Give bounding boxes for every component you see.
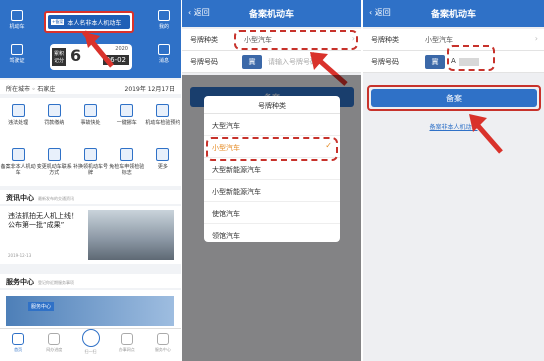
- tab-progress[interactable]: 网办进度: [36, 329, 72, 361]
- highlight-box: [447, 45, 495, 71]
- register-tag: +备案: [51, 19, 65, 25]
- register-link[interactable]: 备案非本人机动车: [363, 122, 544, 131]
- plate-icon: [83, 148, 97, 161]
- tab-service[interactable]: 服务中心: [145, 329, 181, 361]
- service-icon: [156, 333, 169, 345]
- license-icon: [11, 44, 23, 55]
- page-title: 备案机动车: [430, 10, 476, 20]
- register-icon: [11, 148, 25, 161]
- grid-item[interactable]: 备案非本人机动车: [0, 142, 36, 186]
- submit-button[interactable]: 备案: [371, 89, 537, 107]
- page-title: 备案机动车: [248, 10, 294, 20]
- service-grid: 违法处理 罚款缴纳 事故快处 一键挪车 机动车检验预约 备案非本人机动车 变更机…: [0, 98, 181, 186]
- license-shortcut[interactable]: 驾驶证: [4, 44, 30, 64]
- grid-item[interactable]: 补换领机动车号牌: [72, 142, 108, 186]
- tab-scan[interactable]: 扫一扫: [72, 329, 108, 361]
- grid-item[interactable]: 违法处理: [0, 98, 36, 142]
- service-badge: 服务中心: [28, 302, 55, 311]
- tab-home[interactable]: 首页: [0, 329, 36, 361]
- news-headline: 违法抓拍无人机上线！公布第一批“成果”: [8, 212, 78, 229]
- grid-item[interactable]: 变更机动车联系方式: [36, 142, 72, 186]
- plate-province-select[interactable]: 冀: [242, 55, 262, 69]
- service-section-title: 服务中心 登记你近期服务事项: [0, 274, 181, 288]
- chevron-right-icon: ›: [534, 34, 538, 43]
- mail-icon: [158, 44, 170, 55]
- grid-item[interactable]: 事故快处: [72, 98, 108, 142]
- news-image: [88, 210, 174, 260]
- news-date: 2019-12-13: [8, 253, 32, 258]
- picker-option[interactable]: 小型新能源汽车: [204, 180, 340, 202]
- picker-option[interactable]: 使馆汽车: [204, 202, 340, 224]
- red-arrow-icon: [469, 114, 503, 154]
- contact-icon: [47, 148, 61, 161]
- avatar-icon: [158, 10, 170, 21]
- highlight-box: [234, 30, 358, 50]
- monitor-icon: [48, 333, 61, 345]
- inspection-icon: [156, 104, 170, 117]
- car-icon: [11, 10, 23, 21]
- person-icon: [120, 333, 133, 345]
- grid-item[interactable]: 更多: [145, 142, 181, 186]
- bottom-tabbar: 首页 网办进度 扫一扫 办事网点 服务中心: [0, 328, 181, 361]
- messages-shortcut[interactable]: 消息: [151, 44, 177, 64]
- scan-icon: [81, 329, 100, 347]
- city-value: 石家庄: [37, 86, 56, 93]
- profile-shortcut[interactable]: 我的: [151, 10, 177, 30]
- exempt-icon: [120, 148, 134, 161]
- service-banner[interactable]: 服务中心: [0, 290, 181, 328]
- register-vehicle-screen: ‹ 返回 备案机动车 号牌种类 小型汽车 › 号牌号码 冀 A 备案 备案非本人…: [362, 0, 544, 361]
- grid-item[interactable]: 一键挪车: [109, 98, 145, 142]
- grid-item[interactable]: 机动车检验预约: [145, 98, 181, 142]
- plate-type-picker: 号牌种类 大型汽车 小型汽车 ✓ 大型新能源汽车 小型新能源汽车 使馆汽车 领馆汽…: [204, 96, 340, 242]
- more-icon: [156, 148, 170, 161]
- fine-icon: [47, 104, 61, 117]
- nav-bar: ‹ 返回 备案机动车: [363, 0, 544, 27]
- news-item[interactable]: 违法抓拍无人机上线！公布第一批“成果” 2019-12-13: [0, 206, 181, 264]
- picker-option[interactable]: 大型汽车: [204, 114, 340, 136]
- nav-bar: ‹ 返回 备案机动车: [182, 0, 361, 27]
- highlight-box: [206, 137, 338, 161]
- violation-icon: [11, 104, 25, 117]
- plate-type-picker-screen: ‹ 返回 备案机动车 号牌种类 小型汽车 › 号牌号码 冀 请输入号牌号码 备案…: [181, 0, 361, 361]
- move-car-icon: [120, 104, 134, 117]
- picker-option[interactable]: 领馆汽车: [204, 224, 340, 242]
- score-value: 6: [70, 46, 82, 65]
- red-arrow-icon: [82, 30, 114, 68]
- current-date: 2019年 12月17日: [124, 86, 175, 93]
- home-screen: 机动车 驾驶证 我的 消息 +备案 本人名非本人机动车 累积记分 6 2020 …: [0, 0, 181, 361]
- vehicle-shortcut[interactable]: 机动车: [4, 10, 30, 30]
- home-icon: [12, 333, 25, 345]
- grid-item[interactable]: 免检车申领检验标志: [109, 142, 145, 186]
- grid-item[interactable]: 罚款缴纳: [36, 98, 72, 142]
- score-label: 累积记分: [52, 48, 66, 66]
- plate-type-value: 小型汽车: [425, 36, 453, 44]
- city-row[interactable]: 所在城市 ◦ 石家庄 2019年 12月17日: [0, 80, 181, 94]
- service-image: [6, 296, 174, 326]
- picker-title: 号牌种类: [204, 96, 340, 114]
- accident-icon: [83, 104, 97, 117]
- tab-outlets[interactable]: 办事网点: [109, 329, 145, 361]
- news-section-title: 资讯中心 最新发布的交通资讯: [0, 190, 181, 204]
- picker-option[interactable]: 大型新能源汽车: [204, 158, 340, 180]
- plate-province-select[interactable]: 冀: [425, 55, 445, 69]
- register-label: 本人名非本人机动车: [67, 19, 122, 27]
